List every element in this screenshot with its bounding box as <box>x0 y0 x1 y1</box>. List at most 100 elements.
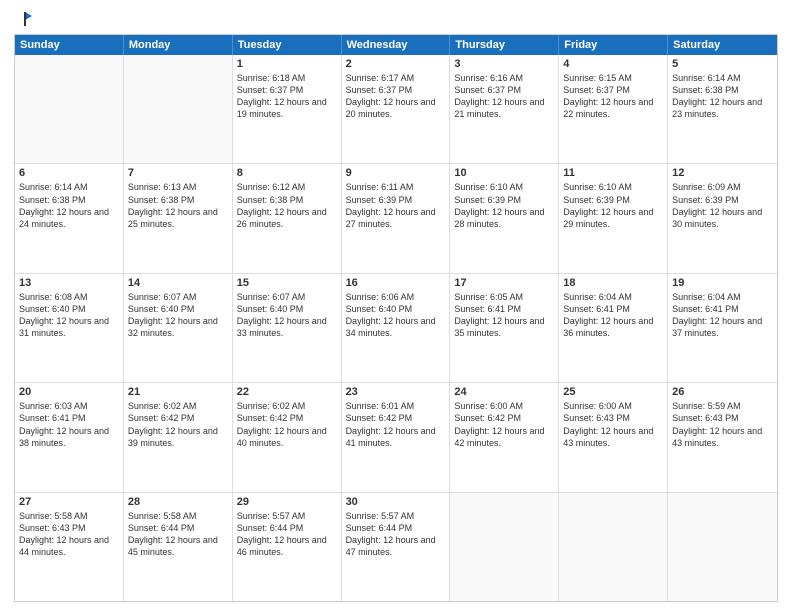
calendar-week-2: 6 Sunrise: 6:14 AM Sunset: 6:38 PM Daylight… <box>15 164 777 273</box>
sunrise-text: Sunrise: 6:03 AM <box>19 400 119 412</box>
day-number: 20 <box>19 386 119 398</box>
sunset-text: Sunset: 6:39 PM <box>454 194 554 206</box>
calendar-day-21: 21Sunrise: 6:02 AMSunset: 6:42 PMDayligh… <box>124 383 233 491</box>
sunrise-text: Sunrise: 6:02 AM <box>128 400 228 412</box>
sunset-text: Sunset: 6:39 PM <box>672 194 773 206</box>
daylight-text: Daylight: 12 hours and 24 minutes. <box>19 206 119 230</box>
calendar-empty-cell <box>559 493 668 601</box>
sunset-text: Sunset: 6:38 PM <box>128 194 228 206</box>
calendar-empty-cell <box>124 55 233 163</box>
calendar-day-10: 10Sunrise: 6:10 AMSunset: 6:39 PMDayligh… <box>450 164 559 272</box>
calendar-week-3: 13Sunrise: 6:08 AMSunset: 6:40 PMDayligh… <box>15 274 777 383</box>
calendar-day-26: 26Sunrise: 5:59 AMSunset: 6:43 PMDayligh… <box>668 383 777 491</box>
sunrise-text: Sunrise: 6:16 AM <box>454 72 554 84</box>
sunset-text: Sunset: 6:37 PM <box>237 84 337 96</box>
calendar-body: 1Sunrise: 6:18 AMSunset: 6:37 PMDaylight… <box>15 55 777 601</box>
day-number: 13 <box>19 277 119 289</box>
daylight-text: Daylight: 12 hours and 21 minutes. <box>454 96 554 120</box>
sunrise-text: Sunrise: 6:14 AM <box>19 181 119 193</box>
sunrise-text: Sunrise: 6:11 AM <box>346 181 446 193</box>
calendar-day-16: 16Sunrise: 6:06 AMSunset: 6:40 PMDayligh… <box>342 274 451 382</box>
sunset-text: Sunset: 6:39 PM <box>346 194 446 206</box>
calendar-day-4: 4Sunrise: 6:15 AMSunset: 6:37 PMDaylight… <box>559 55 668 163</box>
calendar-day-19: 19Sunrise: 6:04 AMSunset: 6:41 PMDayligh… <box>668 274 777 382</box>
logo-flag-icon <box>16 10 34 28</box>
sunrise-text: Sunrise: 6:00 AM <box>563 400 663 412</box>
day-number: 30 <box>346 496 446 508</box>
day-number: 1 <box>237 58 337 70</box>
day-number: 25 <box>563 386 663 398</box>
sunrise-text: Sunrise: 6:01 AM <box>346 400 446 412</box>
sunrise-text: Sunrise: 6:07 AM <box>128 291 228 303</box>
calendar-day-25: 25 Sunrise: 6:00 AMSunset: 6:43 PMDayligh… <box>559 383 668 491</box>
day-number: 29 <box>237 496 337 508</box>
sunrise-text: Sunrise: 6:08 AM <box>19 291 119 303</box>
calendar-empty-cell <box>450 493 559 601</box>
calendar-day-22: 22Sunrise: 6:02 AMSunset: 6:42 PMDayligh… <box>233 383 342 491</box>
calendar-day-12: 12Sunrise: 6:09 AMSunset: 6:39 PMDayligh… <box>668 164 777 272</box>
day-number: 11 <box>563 167 663 179</box>
calendar: SundayMondayTuesdayWednesdayThursdayFrid… <box>14 34 778 602</box>
calendar-day-23: 23Sunrise: 6:01 AMSunset: 6:42 PMDayligh… <box>342 383 451 491</box>
sunset-text: Sunset: 6:41 PM <box>563 303 663 315</box>
day-number: 27 <box>19 496 119 508</box>
daylight-text: Daylight: 12 hours and 20 minutes. <box>346 96 446 120</box>
daylight-text: Daylight: 12 hours and 23 minutes. <box>672 96 773 120</box>
day-number: 6 <box>19 167 119 179</box>
sunrise-text: Sunrise: 5:59 AM <box>672 400 773 412</box>
sunrise-text: Sunrise: 6:04 AM <box>672 291 773 303</box>
sunset-text: Sunset: 6:42 PM <box>454 412 554 424</box>
calendar-week-5: 27Sunrise: 5:58 AMSunset: 6:43 PMDayligh… <box>15 493 777 601</box>
daylight-text: Daylight: 12 hours and 36 minutes. <box>563 315 663 339</box>
sunset-text: Sunset: 6:42 PM <box>346 412 446 424</box>
calendar-day-20: 20Sunrise: 6:03 AMSunset: 6:41 PMDayligh… <box>15 383 124 491</box>
sunset-text: Sunset: 6:42 PM <box>237 412 337 424</box>
daylight-text: Daylight: 12 hours and 28 minutes. <box>454 206 554 230</box>
sunrise-text: Sunrise: 5:58 AM <box>128 510 228 522</box>
calendar-day-30: 30Sunrise: 5:57 AMSunset: 6:44 PMDayligh… <box>342 493 451 601</box>
weekday-header-friday: Friday <box>559 35 668 55</box>
daylight-text: Daylight: 12 hours and 19 minutes. <box>237 96 337 120</box>
daylight-text: Daylight: 12 hours and 31 minutes. <box>19 315 119 339</box>
daylight-text: Daylight: 12 hours and 42 minutes. <box>454 425 554 449</box>
day-number: 4 <box>563 58 663 70</box>
day-number: 17 <box>454 277 554 289</box>
day-number: 12 <box>672 167 773 179</box>
calendar-day-2: 2Sunrise: 6:17 AMSunset: 6:37 PMDaylight… <box>342 55 451 163</box>
sunset-text: Sunset: 6:37 PM <box>346 84 446 96</box>
sunset-text: Sunset: 6:40 PM <box>237 303 337 315</box>
daylight-text: Daylight: 12 hours and 43 minutes. <box>672 425 773 449</box>
calendar-day-28: 28Sunrise: 5:58 AMSunset: 6:44 PMDayligh… <box>124 493 233 601</box>
daylight-text: Daylight: 12 hours and 41 minutes. <box>346 425 446 449</box>
weekday-header-saturday: Saturday <box>668 35 777 55</box>
page: SundayMondayTuesdayWednesdayThursdayFrid… <box>0 0 792 612</box>
sunset-text: Sunset: 6:43 PM <box>563 412 663 424</box>
sunset-text: Sunset: 6:44 PM <box>237 522 337 534</box>
calendar-day-6: 6Sunrise: 6:14 AMSunset: 6:38 PMDaylight… <box>15 164 124 272</box>
weekday-header-monday: Monday <box>124 35 233 55</box>
daylight-text: Daylight: 12 hours and 35 minutes. <box>454 315 554 339</box>
daylight-text: Daylight: 12 hours and 40 minutes. <box>237 425 337 449</box>
sunset-text: Sunset: 6:39 PM <box>563 194 663 206</box>
day-number: 2 <box>346 58 446 70</box>
daylight-text: Daylight: 12 hours and 45 minutes. <box>128 534 228 558</box>
daylight-text: Daylight: 12 hours and 43 minutes. <box>563 425 663 449</box>
sunrise-text: Sunrise: 6:05 AM <box>454 291 554 303</box>
sunrise-text: Sunrise: 5:58 AM <box>19 510 119 522</box>
day-number: 16 <box>346 277 446 289</box>
sunrise-text: Sunrise: 6:07 AM <box>237 291 337 303</box>
calendar-empty-cell <box>15 55 124 163</box>
sunrise-text: Sunrise: 6:00 AM <box>454 400 554 412</box>
sunset-text: Sunset: 6:44 PM <box>128 522 228 534</box>
daylight-text: Daylight: 12 hours and 30 minutes. <box>672 206 773 230</box>
sunrise-text: Sunrise: 6:14 AM <box>672 72 773 84</box>
sunrise-text: Sunrise: 5:57 AM <box>237 510 337 522</box>
calendar-day-1: 1Sunrise: 6:18 AMSunset: 6:37 PMDaylight… <box>233 55 342 163</box>
calendar-week-4: 20Sunrise: 6:03 AMSunset: 6:41 PMDayligh… <box>15 383 777 492</box>
sunrise-text: Sunrise: 6:13 AM <box>128 181 228 193</box>
sunrise-text: Sunrise: 6:02 AM <box>237 400 337 412</box>
calendar-day-11: 11Sunrise: 6:10 AMSunset: 6:39 PMDayligh… <box>559 164 668 272</box>
sunset-text: Sunset: 6:40 PM <box>19 303 119 315</box>
day-number: 14 <box>128 277 228 289</box>
daylight-text: Daylight: 12 hours and 44 minutes. <box>19 534 119 558</box>
